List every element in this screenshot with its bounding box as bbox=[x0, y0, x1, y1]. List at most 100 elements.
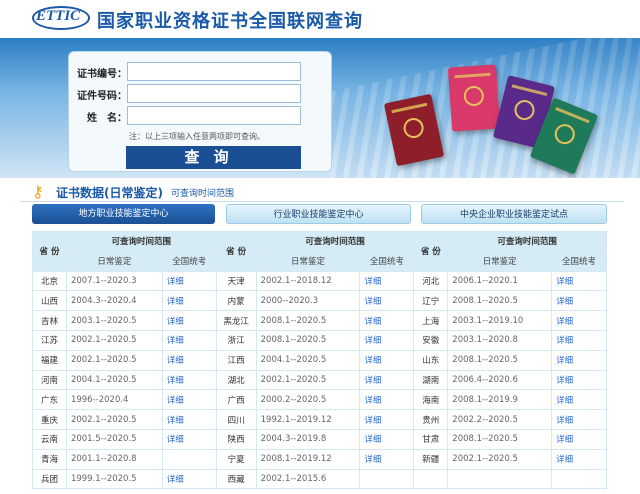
detail-link[interactable]: 详细 bbox=[551, 428, 607, 450]
detail-link bbox=[161, 448, 217, 470]
daily-range-cell: 2003.1--2020.8 bbox=[447, 329, 553, 351]
daily-range-cell: 2008.1--2020.5 bbox=[447, 349, 553, 371]
province-cell: 上海 bbox=[413, 310, 449, 331]
daily-range-cell: 2000.2--2020.5 bbox=[255, 389, 361, 411]
province-cell: 山西 bbox=[32, 290, 67, 312]
detail-link[interactable]: 详细 bbox=[359, 428, 415, 450]
daily-range-cell: 2008.1--2019.12 bbox=[255, 448, 361, 470]
tab-industry-center[interactable]: 行业职业技能鉴定中心 bbox=[226, 204, 411, 224]
detail-link[interactable]: 详细 bbox=[161, 369, 217, 391]
daily-range-cell: 2002.1--2020.5 bbox=[255, 369, 361, 391]
daily-range-cell bbox=[447, 468, 553, 490]
daily-range-cell: 2004.3--2020.4 bbox=[65, 290, 163, 312]
range-header: 可查询时间范围 bbox=[447, 231, 607, 252]
detail-link bbox=[359, 468, 415, 490]
table-row: 广东 1996--2020.4 详细 广西 2000.2--2020.5 详细 海南 2008… bbox=[32, 389, 607, 411]
table-row: 云南 2001.5--2020.5 详细 陕西 2004.3--2019.8 详细 甘肃 20… bbox=[32, 428, 607, 450]
id-number-input[interactable] bbox=[127, 84, 301, 103]
detail-link[interactable]: 详细 bbox=[161, 468, 217, 490]
detail-link[interactable]: 详细 bbox=[551, 310, 607, 331]
query-button[interactable]: 查询 bbox=[126, 146, 301, 169]
province-cell: 山东 bbox=[413, 349, 449, 371]
tab-local-center[interactable]: 地方职业技能鉴定中心 bbox=[32, 204, 215, 224]
province-cell: 宁夏 bbox=[215, 448, 257, 470]
tab-central-enterprise[interactable]: 中央企业职业技能鉴定试点 bbox=[421, 204, 607, 224]
detail-link[interactable]: 详细 bbox=[161, 310, 217, 331]
daily-header: 日常鉴定 bbox=[65, 250, 163, 272]
detail-link[interactable]: 详细 bbox=[551, 389, 607, 411]
certificate-pink-icon bbox=[447, 64, 501, 132]
table-row: 福建 2002.1--2020.5 详细 江西 2004.1--2020.5 详细 山东 20… bbox=[32, 349, 607, 371]
detail-link[interactable]: 详细 bbox=[551, 329, 607, 351]
province-header: 省 份 bbox=[32, 231, 67, 272]
section-heading: ⚷ 证书数据(日常鉴定) 可查询时间范围 bbox=[20, 180, 624, 202]
daily-range-cell: 2001.1--2020.8 bbox=[65, 448, 163, 470]
site-header: ETTIC 国家职业资格证书全国联网查询 bbox=[0, 0, 640, 38]
table-row: 吉林 2003.1--2020.5 详细 黑龙江 2008.1--2020.5 详细 上海 2… bbox=[32, 310, 607, 331]
detail-link[interactable]: 详细 bbox=[161, 290, 217, 312]
detail-link[interactable]: 详细 bbox=[551, 448, 607, 470]
detail-link[interactable]: 详细 bbox=[359, 389, 415, 411]
detail-link[interactable]: 详细 bbox=[161, 389, 217, 411]
id-label: 证件号码： bbox=[77, 91, 127, 102]
detail-link[interactable]: 详细 bbox=[161, 270, 217, 292]
province-header: 省 份 bbox=[413, 231, 449, 272]
detail-link[interactable]: 详细 bbox=[551, 369, 607, 391]
province-cell: 河南 bbox=[32, 369, 67, 391]
national-header: 全国统考 bbox=[359, 250, 415, 272]
detail-link[interactable]: 详细 bbox=[551, 270, 607, 292]
province-cell: 辽宁 bbox=[413, 290, 449, 312]
detail-link[interactable]: 详细 bbox=[359, 270, 415, 292]
table-row: 江苏 2002.1--2020.5 详细 浙江 2008.1--2020.5 详细 安徽 20… bbox=[32, 329, 607, 351]
table-row: 北京 2007.1--2020.3 详细 天津 2002.1--2018.12 详细 河北 2… bbox=[32, 270, 607, 292]
daily-range-cell: 2008.1--2020.5 bbox=[447, 428, 553, 450]
detail-link[interactable]: 详细 bbox=[359, 310, 415, 331]
detail-link[interactable]: 详细 bbox=[359, 409, 415, 430]
cert-row: 证书编号： bbox=[69, 62, 333, 82]
cert-label: 证书编号： bbox=[77, 69, 127, 80]
province-cell: 天津 bbox=[215, 270, 257, 292]
table-row: 河南 2004.1--2020.5 详细 湖北 2002.1--2020.5 详细 湖南 20… bbox=[32, 369, 607, 391]
daily-range-cell: 2002.1--2020.5 bbox=[65, 329, 163, 351]
daily-range-cell: 2002.2--2020.5 bbox=[447, 409, 553, 430]
ettic-logo[interactable]: ETTIC bbox=[32, 6, 90, 30]
daily-range-cell: 2006.1--2020.1 bbox=[447, 270, 553, 292]
province-cell: 重庆 bbox=[32, 409, 67, 430]
detail-link[interactable]: 详细 bbox=[359, 290, 415, 312]
detail-link[interactable]: 详细 bbox=[551, 349, 607, 371]
province-cell: 甘肃 bbox=[413, 428, 449, 450]
name-input[interactable] bbox=[127, 106, 301, 125]
detail-link[interactable]: 详细 bbox=[551, 409, 607, 430]
range-header: 可查询时间范围 bbox=[255, 231, 415, 252]
province-cell: 青海 bbox=[32, 448, 67, 470]
province-cell: 北京 bbox=[32, 270, 67, 292]
daily-range-cell: 2002.1--2018.12 bbox=[255, 270, 361, 292]
detail-link[interactable]: 详细 bbox=[359, 349, 415, 371]
detail-link[interactable]: 详细 bbox=[161, 428, 217, 450]
detail-link[interactable]: 详细 bbox=[161, 409, 217, 430]
province-cell bbox=[413, 468, 449, 490]
province-cell: 新疆 bbox=[413, 448, 449, 470]
cert-range-table: 省 份 可查询时间范围 省 份 可查询时间范围 省 份 可查询时间范围 日常鉴定… bbox=[32, 231, 607, 490]
province-cell: 湖南 bbox=[413, 369, 449, 391]
daily-range-cell: 2004.3--2019.8 bbox=[255, 428, 361, 450]
section-subtitle: 可查询时间范围 bbox=[171, 189, 235, 199]
province-cell: 江西 bbox=[215, 349, 257, 371]
province-cell: 湖北 bbox=[215, 369, 257, 391]
detail-link[interactable]: 详细 bbox=[359, 448, 415, 470]
cert-number-input[interactable] bbox=[127, 62, 301, 81]
province-cell: 广西 bbox=[215, 389, 257, 411]
daily-range-cell: 1999.1--2020.5 bbox=[65, 468, 163, 490]
detail-link[interactable]: 详细 bbox=[551, 290, 607, 312]
detail-link[interactable]: 详细 bbox=[161, 329, 217, 351]
daily-range-cell: 2008.1--2019.9 bbox=[447, 389, 553, 411]
daily-range-cell: 2008.1--2020.5 bbox=[447, 290, 553, 312]
detail-link[interactable]: 详细 bbox=[161, 349, 217, 371]
form-note: 注：以上三项输入任意两项即可查询。 bbox=[129, 132, 265, 141]
name-row: 姓 名： bbox=[69, 106, 333, 126]
daily-range-cell: 2007.1--2020.3 bbox=[65, 270, 163, 292]
detail-link[interactable]: 详细 bbox=[359, 329, 415, 351]
daily-range-cell: 2004.1--2020.5 bbox=[255, 349, 361, 371]
province-cell: 海南 bbox=[413, 389, 449, 411]
detail-link[interactable]: 详细 bbox=[359, 369, 415, 391]
